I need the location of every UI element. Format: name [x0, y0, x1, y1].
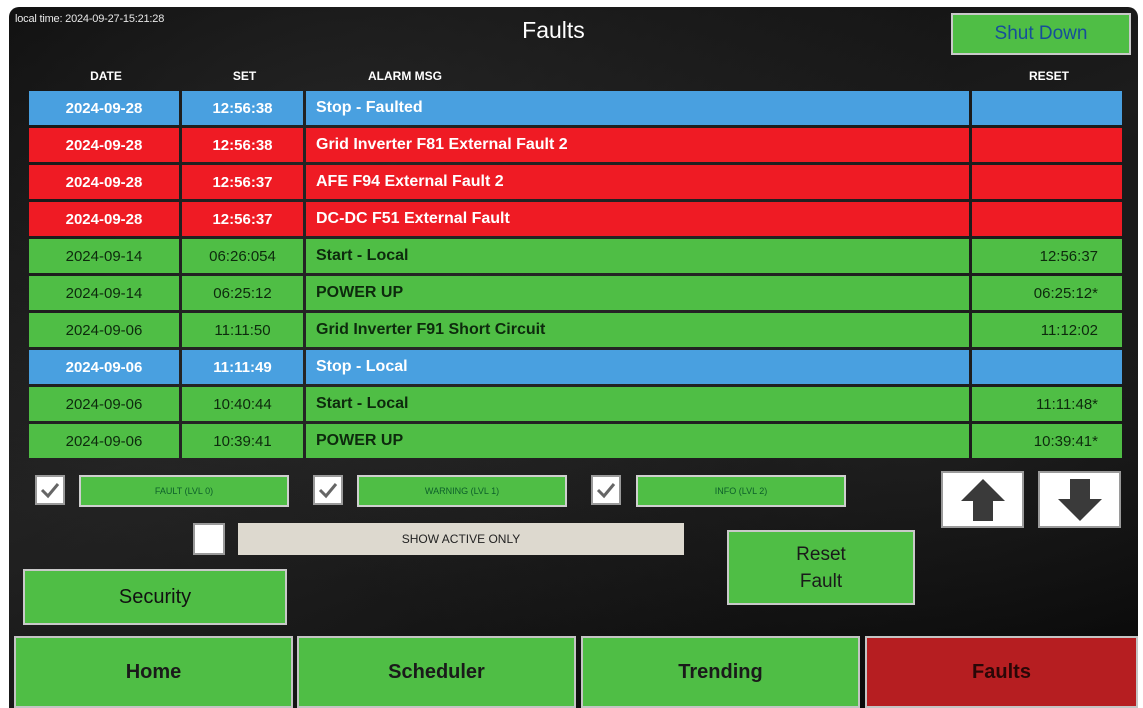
column-header-date: DATE — [90, 69, 122, 83]
cell-set: 11:11:49 — [182, 350, 303, 384]
cell-reset — [972, 350, 1122, 384]
table-row[interactable]: 2024-09-14 06:26:054 Start - Local 12:56:37 — [29, 239, 1125, 273]
cell-alarm-msg: Start - Local — [306, 387, 969, 421]
cell-set: 12:56:38 — [182, 128, 303, 162]
cell-date: 2024-09-28 — [29, 128, 179, 162]
cell-date: 2024-09-28 — [29, 165, 179, 199]
scroll-up-button[interactable] — [941, 471, 1024, 528]
show-active-only-label[interactable]: SHOW ACTIVE ONLY — [238, 523, 684, 555]
cell-date: 2024-09-14 — [29, 239, 179, 273]
cell-set: 11:11:50 — [182, 313, 303, 347]
column-header-reset: RESET — [1028, 69, 1069, 83]
fault-filter-checkbox[interactable] — [35, 475, 65, 505]
cell-set: 06:25:12 — [182, 276, 303, 310]
cell-reset: 06:25:12* — [972, 276, 1122, 310]
fault-filter-label[interactable]: FAULT (LVL 0) — [79, 475, 289, 507]
arrow-up-icon — [960, 478, 1005, 521]
column-header-alarm-msg: ALARM MSG — [368, 69, 442, 83]
checkmark-icon — [318, 483, 338, 499]
reset-fault-button[interactable]: Reset Fault — [727, 530, 915, 605]
cell-date: 2024-09-06 — [29, 424, 179, 458]
cell-date: 2024-09-06 — [29, 350, 179, 384]
page-title: Faults — [522, 17, 585, 43]
cell-alarm-msg: Stop - Faulted — [306, 91, 969, 125]
cell-date: 2024-09-28 — [29, 202, 179, 236]
column-header-set: SET — [232, 69, 257, 83]
cell-alarm-msg: DC-DC F51 External Fault — [306, 202, 969, 236]
table-row[interactable]: 2024-09-28 12:56:37 DC-DC F51 External Fau… — [29, 202, 1125, 236]
cell-alarm-msg: Start - Local — [306, 239, 969, 273]
cell-date: 2024-09-06 — [29, 387, 179, 421]
table-row[interactable]: 2024-09-06 10:40:44 Start - Local 11:11:48* — [29, 387, 1125, 421]
table-row[interactable]: 2024-09-06 10:39:41 POWER UP 10:39:41* — [29, 424, 1125, 458]
hmi-screen: local time: 2024-09-27-15:21:28 Faults S… — [9, 7, 1138, 708]
reset-fault-label-line2: Fault — [799, 570, 843, 592]
cell-alarm-msg: Stop - Local — [306, 350, 969, 384]
show-active-only-checkbox[interactable] — [193, 523, 225, 555]
cell-set: 12:56:38 — [182, 91, 303, 125]
cell-set: 10:39:41 — [182, 424, 303, 458]
warning-filter-label[interactable]: WARNING (LVL 1) — [357, 475, 567, 507]
nav-home[interactable]: Home — [14, 636, 293, 708]
cell-reset — [972, 91, 1122, 125]
cell-alarm-msg: Grid Inverter F91 Short Circuit — [306, 313, 969, 347]
cell-set: 10:40:44 — [182, 387, 303, 421]
nav-faults[interactable]: Faults — [865, 636, 1138, 708]
warning-filter-checkbox[interactable] — [313, 475, 343, 505]
table-row[interactable]: 2024-09-28 12:56:37 AFE F94 External Fault… — [29, 165, 1125, 199]
cell-reset: 10:39:41* — [972, 424, 1122, 458]
table-row[interactable]: 2024-09-28 12:56:38 Stop - Faulted — [29, 91, 1125, 125]
alarm-table: 2024-09-28 12:56:38 Stop - Faulted 2024-09-… — [29, 91, 1125, 461]
table-row[interactable]: 2024-09-06 11:11:49 Stop - Local — [29, 350, 1125, 384]
cell-alarm-msg: POWER UP — [306, 424, 969, 458]
cell-alarm-msg: Grid Inverter F81 External Fault 2 — [306, 128, 969, 162]
scroll-down-button[interactable] — [1038, 471, 1121, 528]
cell-reset: 11:12:02 — [972, 313, 1122, 347]
checkmark-icon — [40, 483, 60, 499]
table-row[interactable]: 2024-09-14 06:25:12 POWER UP 06:25:12* — [29, 276, 1125, 310]
shut-down-button[interactable]: Shut Down — [951, 13, 1131, 55]
cell-alarm-msg: AFE F94 External Fault 2 — [306, 165, 969, 199]
arrow-down-icon — [1057, 478, 1102, 521]
cell-reset: 12:56:37 — [972, 239, 1122, 273]
nav-trending[interactable]: Trending — [581, 636, 860, 708]
cell-date: 2024-09-06 — [29, 313, 179, 347]
nav-scheduler[interactable]: Scheduler — [297, 636, 576, 708]
info-filter-label[interactable]: INFO (LVL 2) — [636, 475, 846, 507]
cell-date: 2024-09-28 — [29, 91, 179, 125]
cell-set: 12:56:37 — [182, 165, 303, 199]
info-filter-checkbox[interactable] — [591, 475, 621, 505]
cell-alarm-msg: POWER UP — [306, 276, 969, 310]
table-row[interactable]: 2024-09-28 12:56:38 Grid Inverter F81 Exte… — [29, 128, 1125, 162]
cell-set: 06:26:054 — [182, 239, 303, 273]
cell-date: 2024-09-14 — [29, 276, 179, 310]
table-row[interactable]: 2024-09-06 11:11:50 Grid Inverter F91 Shor… — [29, 313, 1125, 347]
reset-fault-label-line1: Reset — [796, 543, 846, 565]
checkmark-icon — [596, 483, 616, 499]
cell-reset — [972, 165, 1122, 199]
security-button[interactable]: Security — [23, 569, 287, 625]
cell-reset — [972, 202, 1122, 236]
cell-reset — [972, 128, 1122, 162]
cell-set: 12:56:37 — [182, 202, 303, 236]
cell-reset: 11:11:48* — [972, 387, 1122, 421]
